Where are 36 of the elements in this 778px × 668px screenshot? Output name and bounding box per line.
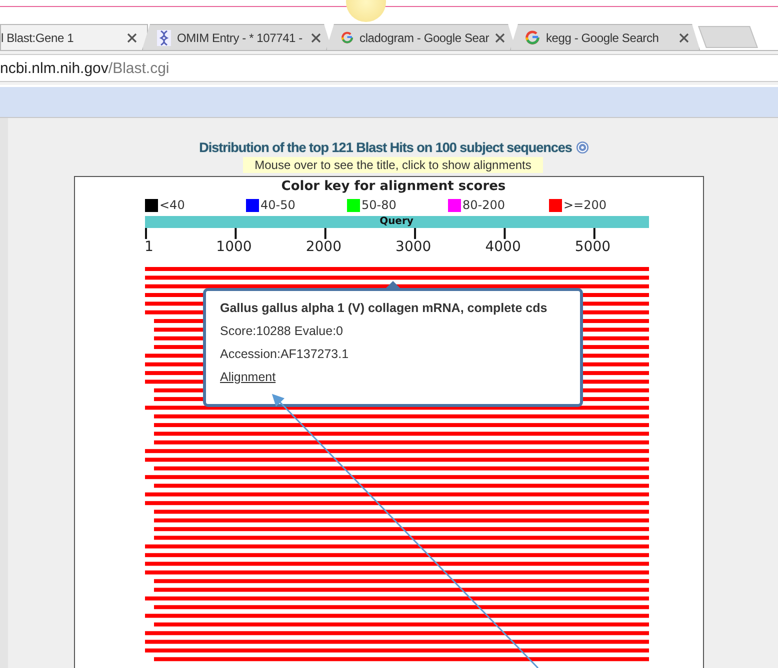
score-text: Score:10288 Evalue:0 [220,324,344,338]
close-icon[interactable] [495,32,505,42]
google-icon [525,30,540,45]
accession-text: Accession:AF137273.1 [220,347,350,361]
browser-tab[interactable]: kegg - Google Search [510,24,700,50]
alignment-link[interactable]: Alignment [220,370,276,384]
color-key-title: Color key for alignment scores [280,179,507,194]
query-bar: Query [144,216,648,228]
axis-label: 1 [144,239,154,255]
axis-tick [592,228,595,239]
hint-text: Mouse over to see the title, click to show alignments [242,157,544,173]
tooltip-title: Gallus gallus alpha 1 (V) collagen mRNA, complete cds [220,301,548,315]
address-bar[interactable]: ncbi.nlm.nih.gov/Blast.cgi [0,54,778,82]
browser-tab[interactable]: l Blast:Gene 1 [0,24,148,50]
legend-label: >=200 [564,198,607,212]
close-icon[interactable] [679,32,689,42]
close-icon[interactable] [127,32,137,42]
axis-tick [414,228,416,239]
dna-icon [157,30,171,46]
close-icon[interactable] [311,32,321,42]
legend-label: 50-80 [362,198,396,212]
axis-label: 2000 [306,239,342,255]
legend-label: <40 [160,198,185,212]
google-icon [341,30,354,45]
axis-label: 1000 [216,239,252,255]
legend-label: 80-200 [462,198,506,212]
help-icon[interactable] [576,141,589,154]
axis-tick [324,228,326,239]
axis-label: 5000 [574,239,611,255]
axis-label: 4000 [485,239,521,255]
axis-label: 3000 [396,239,432,255]
legend-label: 40-50 [260,198,296,212]
axis-tick [234,228,236,239]
axis-tick [503,228,506,239]
graphic-title: Distribution of the top 121 Blast Hits on 100 subject sequences [199,140,572,155]
axis-tick [144,228,146,239]
